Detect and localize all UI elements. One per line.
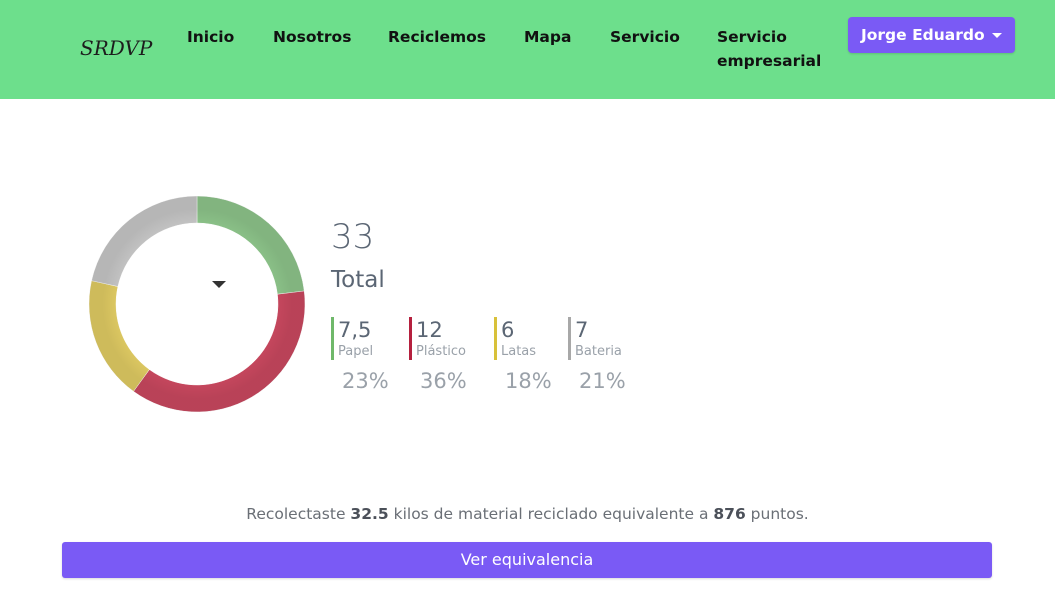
stat-value: 7,5 bbox=[338, 318, 372, 342]
stat-value: 6 bbox=[501, 318, 515, 342]
nav-item-servicio[interactable]: Servicio bbox=[610, 25, 680, 49]
summary-suffix: puntos. bbox=[745, 505, 809, 523]
stat-label: Plástico bbox=[416, 344, 467, 359]
donut-shading bbox=[89, 196, 305, 412]
stat-label: Papel bbox=[338, 344, 374, 359]
nav-item-mapa[interactable]: Mapa bbox=[524, 25, 571, 49]
percent-plastico: 36% bbox=[420, 369, 467, 393]
nav-item-reciclemos[interactable]: Reciclemos bbox=[388, 25, 486, 49]
recycling-summary: Recolectaste 32.5 kilos de material reci… bbox=[0, 503, 1055, 525]
chart-dropdown-icon[interactable] bbox=[212, 281, 226, 288]
donut-chart bbox=[88, 195, 306, 413]
stat-value: 12 bbox=[416, 318, 443, 342]
legend-bar-papel bbox=[331, 317, 334, 360]
legend-bar-latas bbox=[494, 317, 497, 360]
stat-papel: 7,5 Papel bbox=[331, 317, 373, 360]
total-value: 33 bbox=[331, 217, 375, 257]
stat-bateria: 7 Bateria bbox=[568, 317, 622, 360]
nav-item-nosotros[interactable]: Nosotros bbox=[273, 25, 351, 49]
navbar: SRDVP Inicio Nosotros Reciclemos Mapa Se… bbox=[0, 0, 1055, 99]
summary-kilos: 32.5 bbox=[350, 505, 389, 523]
stat-label: Latas bbox=[501, 344, 537, 359]
caret-down-icon bbox=[992, 33, 1002, 38]
percent-latas: 18% bbox=[505, 369, 552, 393]
nav-item-servicio-empresarial[interactable]: Servicio empresarial bbox=[717, 25, 827, 73]
user-dropdown-button[interactable]: Jorge Eduardo bbox=[848, 17, 1015, 53]
legend-bar-bateria bbox=[568, 317, 571, 360]
summary-middle: kilos de material reciclado equivalente … bbox=[388, 505, 714, 523]
user-name: Jorge Eduardo bbox=[861, 26, 985, 44]
ver-equivalencia-button[interactable]: Ver equivalencia bbox=[62, 542, 992, 578]
stat-value: 7 bbox=[575, 318, 589, 342]
summary-points: 876 bbox=[713, 505, 746, 523]
percent-bateria: 21% bbox=[579, 369, 626, 393]
nav-item-inicio[interactable]: Inicio bbox=[187, 25, 234, 49]
total-label: Total bbox=[331, 267, 385, 293]
brand-logo[interactable]: SRDVP bbox=[80, 36, 152, 60]
stat-label: Bateria bbox=[575, 344, 622, 359]
stat-latas: 6 Latas bbox=[494, 317, 536, 360]
percent-papel: 23% bbox=[342, 369, 389, 393]
summary-prefix: Recolectaste bbox=[246, 505, 351, 523]
legend-bar-plastico bbox=[409, 317, 412, 360]
stat-plastico: 12 Plástico bbox=[409, 317, 466, 360]
